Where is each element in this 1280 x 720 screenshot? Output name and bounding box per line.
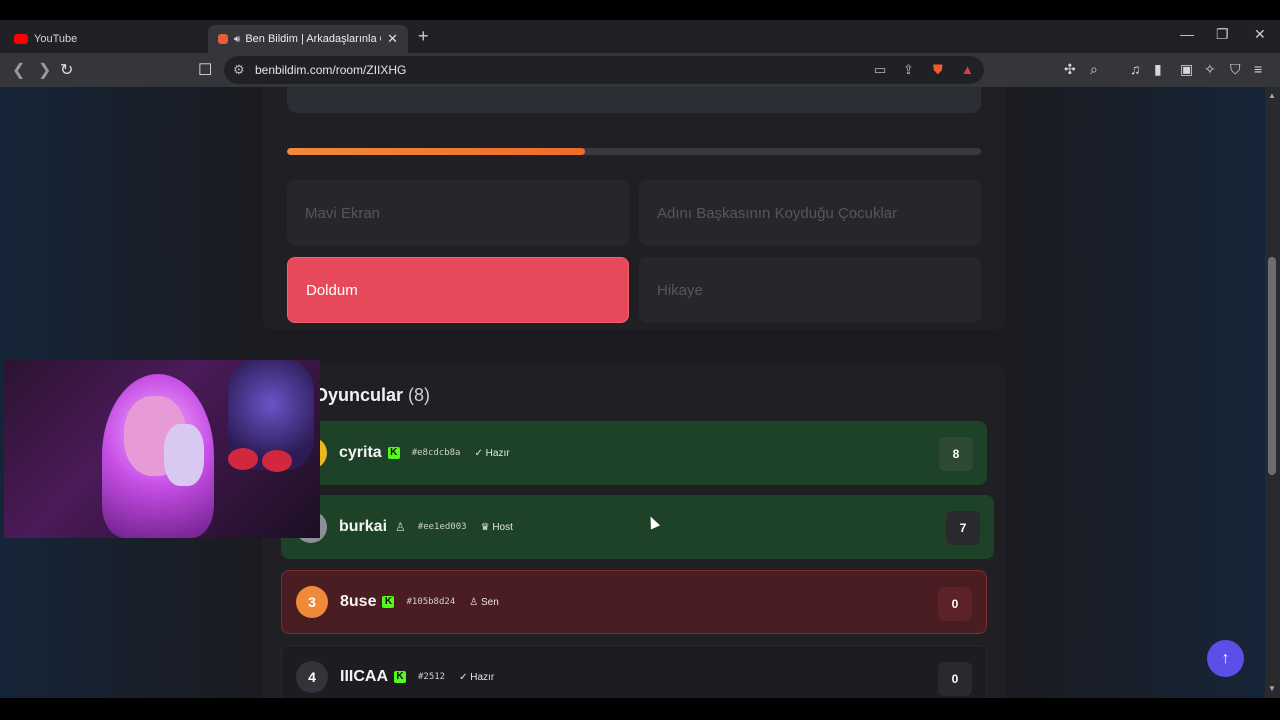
players-count: (8)	[408, 385, 431, 405]
answer-option-1[interactable]: Mavi Ekran	[287, 180, 629, 246]
player-name: cyrita	[339, 444, 382, 461]
crown-icon: ♛	[480, 521, 490, 533]
score-badge: 8	[939, 437, 973, 471]
players-title: Oyuncular (8)	[314, 385, 430, 406]
kick-icon: K	[394, 671, 406, 683]
url-text: benbildim.com/room/ZIIXHG	[255, 63, 407, 77]
user-icon: ♙	[469, 596, 479, 608]
option-label: Mavi Ekran	[305, 204, 381, 222]
scroll-up-icon[interactable]: ▲	[1268, 91, 1276, 100]
host-badge: ♛ Host	[481, 522, 513, 533]
forward-icon[interactable]: ❯	[38, 60, 51, 80]
reload-icon[interactable]: ↻	[60, 60, 73, 80]
tab-youtube[interactable]: YouTube	[4, 25, 204, 53]
browser-toolbar: ❮ ❯ ↻ ☐ ⚙ benbildim.com/room/ZIIXHG ▭ ⇪ …	[0, 53, 1280, 87]
menu-icon[interactable]: ≡	[1254, 61, 1262, 77]
user-icon: ♙	[395, 520, 406, 534]
kick-icon: K	[382, 596, 395, 608]
player-name: 8use	[340, 593, 377, 610]
badge-label: Hazır	[485, 447, 510, 459]
score-badge: 7	[946, 511, 980, 545]
players-heading: Oyuncular	[314, 385, 404, 405]
score-badge: 0	[938, 587, 972, 621]
share-icon[interactable]: ⇪	[903, 62, 914, 78]
question-card: Mavi Ekran Adını Başkasının Koyduğu Çocu…	[262, 87, 1006, 330]
tab-title: YouTube	[34, 33, 78, 45]
player-hash: #e8cdcb8a	[411, 448, 461, 458]
player-row: 1 cyrita K #e8cdcb8a ✓ Hazır 8	[281, 421, 987, 485]
tab-search-icon[interactable]: ⌕	[1090, 61, 1098, 78]
badge-label: Host	[492, 521, 513, 533]
badge-label: Sen	[481, 596, 499, 608]
player-row: 2 burkai ♙ #ee1ed003 ♛ Host 7	[281, 495, 994, 559]
rank-badge: 3	[296, 586, 328, 618]
extensions-icon[interactable]: ✣	[1064, 61, 1076, 78]
bookmark-icon[interactable]: ☐	[198, 60, 212, 80]
progress-fill	[287, 148, 586, 155]
minimize-icon[interactable]: —	[1180, 26, 1194, 42]
headset-image	[164, 424, 204, 486]
ready-badge: ✓ Hazır	[474, 448, 509, 459]
tab-title: Ben Bildim | Arkadaşlarınla Online	[245, 33, 381, 45]
browser-window: YouTube 🔊︎ Ben Bildim | Arkadaşlarınla O…	[0, 20, 1280, 698]
close-window-icon[interactable]: ✕	[1254, 26, 1266, 43]
close-tab-icon[interactable]: ✕	[387, 31, 398, 47]
check-icon: ✓	[474, 447, 483, 459]
cast-icon[interactable]: ▭	[874, 62, 886, 78]
player-name: burkai	[339, 518, 388, 535]
question-header-box	[287, 87, 981, 113]
option-label: Hikaye	[657, 281, 703, 299]
ready-badge: ✓ Hazır	[459, 672, 494, 683]
tab-benbildim[interactable]: 🔊︎ Ben Bildim | Arkadaşlarınla Online ✕	[208, 25, 408, 53]
brave-shield-icon[interactable]: ⛊	[933, 62, 943, 78]
vpn-icon[interactable]: ⛉	[1230, 61, 1241, 78]
badge-label: Hazır	[470, 671, 495, 683]
player-hash: #2512	[418, 672, 446, 682]
you-badge: ♙ Sen	[469, 597, 499, 608]
leo-icon[interactable]: ✧	[1204, 61, 1216, 78]
address-bar[interactable]: ⚙ benbildim.com/room/ZIIXHG ▭ ⇪ ⛊ ▲	[224, 56, 984, 84]
score-badge: 0	[938, 662, 972, 696]
rewards-icon[interactable]: ▲	[961, 62, 974, 77]
media-icon[interactable]: ♫	[1130, 61, 1141, 77]
player-row: 4 IIICAA K #2512 ✓ Hazır 0	[281, 645, 987, 698]
webcam-overlay	[4, 360, 320, 538]
players-card: Oyuncular (8) 1 cyrita K #e8cdcb8a ✓ Haz…	[262, 365, 1006, 698]
player-row: 3 8use K #105b8d24 ♙ Sen 0	[281, 570, 987, 634]
kick-icon: K	[387, 447, 400, 459]
progress-bar	[287, 148, 981, 155]
scroll-to-top-button[interactable]: ↑	[1207, 640, 1244, 677]
scroll-thumb[interactable]	[1268, 257, 1276, 475]
new-tab-icon[interactable]: +	[418, 26, 429, 47]
toy-shoe-image	[262, 450, 292, 472]
site-favicon-icon	[218, 34, 228, 44]
back-icon[interactable]: ❮	[12, 60, 25, 80]
option-label: Adını Başkasının Koyduğu Çocuklar	[657, 204, 898, 222]
answer-option-3[interactable]: Doldum	[287, 257, 629, 323]
check-icon: ✓	[459, 671, 468, 683]
speaker-icon[interactable]: 🔊︎	[234, 34, 240, 45]
answer-option-4[interactable]: Hikaye	[639, 257, 981, 323]
scroll-down-icon[interactable]: ▼	[1268, 684, 1276, 693]
arrow-up-icon: ↑	[1221, 649, 1230, 667]
youtube-icon	[14, 34, 28, 44]
screen: YouTube 🔊︎ Ben Bildim | Arkadaşlarınla O…	[0, 0, 1280, 720]
rank-badge: 4	[296, 661, 328, 693]
toy-shoe-image	[228, 448, 258, 470]
page-scrollbar[interactable]: ▲ ▼	[1265, 87, 1280, 698]
player-hash: #105b8d24	[406, 597, 456, 607]
restore-icon[interactable]: ❐	[1216, 26, 1229, 43]
player-name: IIICAA	[340, 668, 388, 685]
tab-strip: YouTube 🔊︎ Ben Bildim | Arkadaşlarınla O…	[0, 20, 1280, 53]
wallet-icon[interactable]: ▣	[1180, 61, 1193, 78]
sidebar-icon[interactable]: ▮	[1154, 61, 1162, 78]
option-label: Doldum	[306, 281, 358, 299]
player-hash: #ee1ed003	[417, 522, 467, 532]
site-info-icon[interactable]: ⚙	[233, 62, 245, 78]
answer-option-2[interactable]: Adını Başkasının Koyduğu Çocuklar	[639, 180, 981, 246]
